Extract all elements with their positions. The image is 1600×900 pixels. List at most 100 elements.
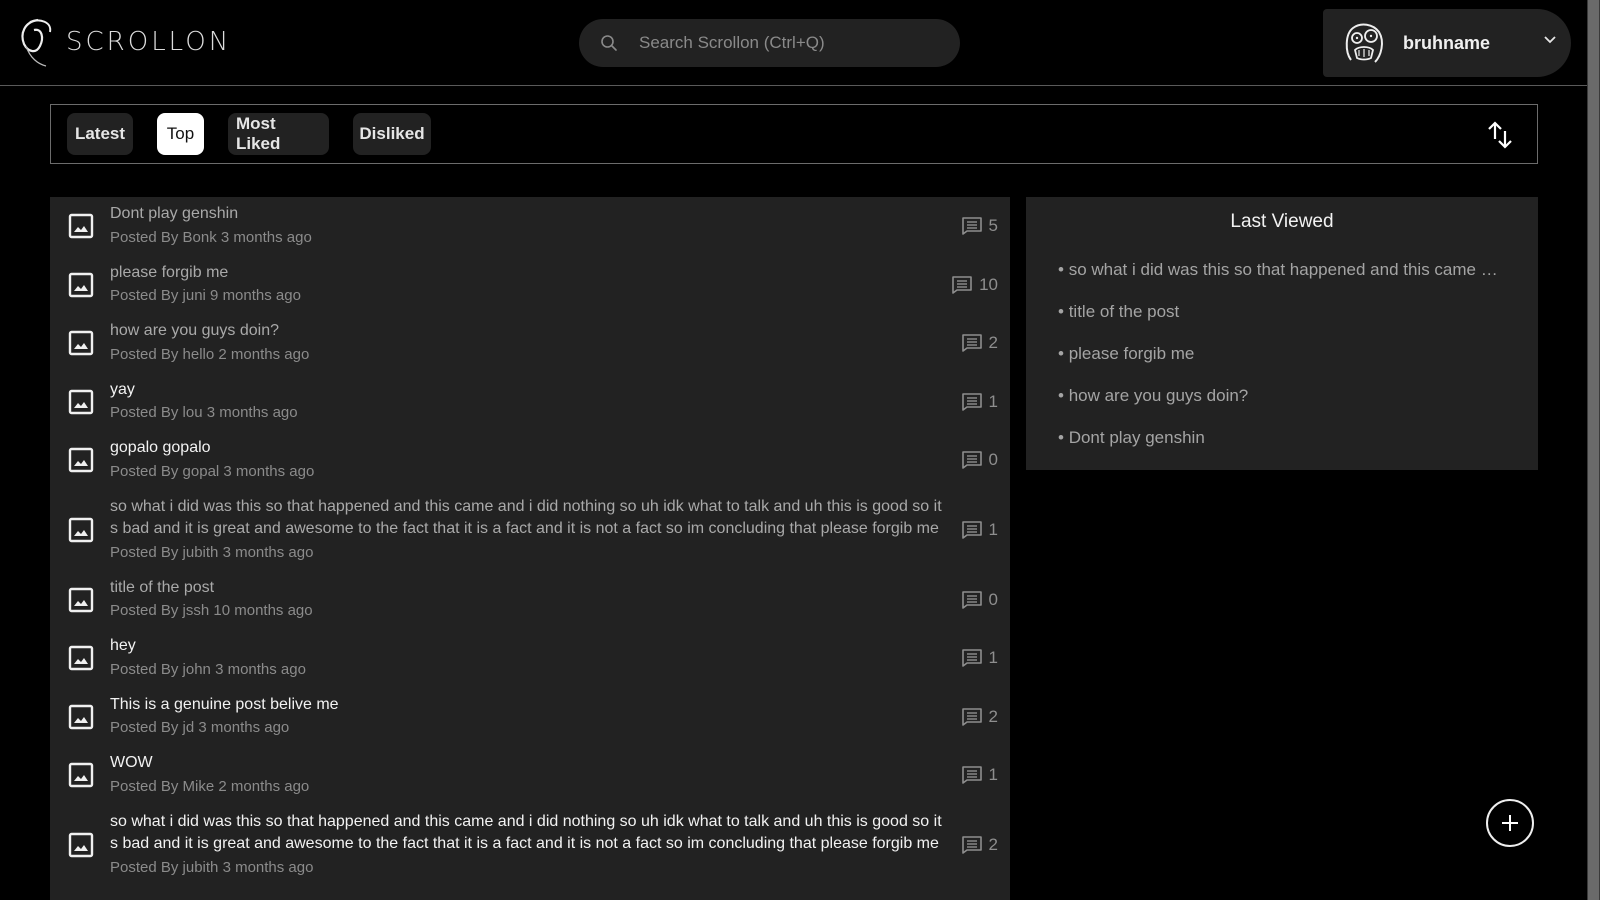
- last-viewed-item[interactable]: Dont play genshin: [1058, 427, 1498, 469]
- post-title[interactable]: yay: [110, 379, 950, 402]
- scrollon-logo-icon: [21, 18, 52, 67]
- post-meta: Posted By Bonk 3 months ago: [110, 228, 312, 246]
- user-menu[interactable]: bruhname: [1323, 9, 1571, 77]
- post-item[interactable]: please forgib me Posted By juni 9 months…: [50, 256, 1010, 315]
- comment-count-value: 0: [988, 589, 998, 609]
- search-bar[interactable]: [579, 19, 960, 67]
- post-title[interactable]: Dont play genshin: [110, 203, 950, 226]
- post-body: Dont play genshin Posted By Bonk 3 month…: [110, 203, 1010, 250]
- logo-text: SCROLLON: [66, 27, 232, 57]
- post-body: how are you guys doin? Posted By hello 2…: [110, 320, 1010, 367]
- last-viewed-title: Last Viewed: [1230, 211, 1334, 232]
- comment-icon: [961, 451, 982, 470]
- last-viewed-item[interactable]: so what i did was this so that happened …: [1058, 259, 1498, 301]
- comment-count-value: 5: [988, 216, 998, 236]
- image-placeholder-icon: [68, 517, 94, 543]
- comment-count-value: 1: [988, 765, 998, 785]
- post-title[interactable]: so what i did was this so that happened …: [110, 811, 950, 856]
- comment-count[interactable]: 2: [961, 707, 998, 727]
- tab-top[interactable]: Top: [157, 113, 204, 155]
- comment-count[interactable]: 1: [961, 648, 998, 668]
- post-item[interactable]: This is a genuine post belive me Posted …: [50, 688, 1010, 747]
- filter-bar: Latest Top Most Liked Disliked: [50, 104, 1538, 164]
- post-item[interactable]: WOW Posted By Mike 2 months ago 1: [50, 746, 1010, 805]
- post-body: so what i did was this so that happened …: [110, 811, 1010, 880]
- image-placeholder-icon: [68, 448, 94, 473]
- post-item[interactable]: so what i did was this so that happened …: [50, 805, 1010, 886]
- comment-icon: [961, 521, 982, 539]
- comment-count[interactable]: 0: [961, 450, 998, 470]
- image-placeholder-icon: [68, 389, 94, 414]
- comment-icon: [961, 392, 982, 411]
- post-title[interactable]: title of the post: [110, 577, 950, 600]
- post-title[interactable]: This is a genuine post belive me: [110, 694, 950, 717]
- comment-count-value: 2: [988, 333, 998, 353]
- tab-disliked[interactable]: Disliked: [353, 113, 431, 155]
- post-body: gopalo gopalo Posted By gopal 3 months a…: [110, 437, 1010, 484]
- post-item[interactable]: Dont play genshin Posted By Bonk 3 month…: [50, 197, 1010, 256]
- comment-count-value: 1: [988, 520, 998, 539]
- last-viewed-item[interactable]: please forgib me: [1058, 343, 1498, 385]
- comment-count[interactable]: 2: [961, 333, 998, 353]
- image-placeholder-icon: [68, 587, 94, 612]
- comment-count[interactable]: 1: [961, 392, 998, 412]
- comment-icon: [961, 217, 982, 236]
- scrollon-logo[interactable]: SCROLLON: [16, 14, 231, 70]
- post-meta: Posted By hello 2 months ago: [110, 345, 310, 363]
- comment-count-value: 10: [979, 274, 998, 294]
- comment-count[interactable]: 1: [961, 765, 998, 785]
- post-item[interactable]: so what i did was this so that happened …: [50, 490, 1010, 571]
- comment-count[interactable]: 0: [961, 590, 998, 610]
- scrollbar-thumb[interactable]: [1588, 0, 1599, 900]
- post-title[interactable]: hey: [110, 635, 950, 658]
- post-body: WOW Posted By Mike 2 months ago: [110, 752, 1010, 799]
- post-body: title of the post Posted By jssh 10 mont…: [110, 577, 1010, 624]
- last-viewed-item[interactable]: how are you guys doin?: [1058, 385, 1498, 427]
- comment-icon: [961, 707, 982, 726]
- comment-count-value: 2: [988, 835, 998, 854]
- post-title[interactable]: please forgib me: [110, 262, 950, 285]
- image-placeholder-icon: [68, 704, 94, 729]
- comment-icon: [952, 275, 972, 294]
- image-placeholder-icon: [68, 272, 94, 297]
- comment-count[interactable]: 10: [951, 275, 998, 295]
- comment-icon: [961, 766, 982, 785]
- post-item[interactable]: title of the post Posted By jssh 10 mont…: [50, 571, 1010, 630]
- post-item[interactable]: gopalo gopalo Posted By gopal 3 months a…: [50, 431, 1010, 490]
- comment-count[interactable]: 5: [961, 216, 998, 236]
- post-item[interactable]: yay Posted By lou 3 months ago 1: [50, 373, 1010, 432]
- post-body: hey Posted By john 3 months ago: [110, 635, 1010, 682]
- post-title[interactable]: how are you guys doin?: [110, 320, 950, 343]
- post-meta: Posted By jssh 10 months ago: [110, 602, 313, 619]
- post-title[interactable]: WOW: [110, 752, 950, 775]
- post-item[interactable]: how are you guys doin? Posted By hello 2…: [50, 314, 1010, 373]
- last-viewed-list: so what i did was this so that happened …: [1026, 259, 1538, 469]
- comment-count[interactable]: 2: [961, 835, 998, 855]
- image-placeholder-icon: [68, 646, 94, 671]
- chevron-down-icon[interactable]: [1543, 35, 1557, 45]
- comment-icon: [961, 590, 982, 609]
- last-viewed-item[interactable]: title of the post: [1058, 301, 1498, 343]
- last-viewed-panel: Last Viewed so what i did was this so th…: [1026, 197, 1538, 470]
- post-meta: Posted By jd 3 months ago: [110, 719, 290, 736]
- username: bruhname: [1403, 32, 1491, 53]
- comment-icon: [961, 836, 982, 854]
- comment-count[interactable]: 1: [961, 520, 998, 540]
- image-placeholder-icon: [68, 832, 94, 858]
- post-body: please forgib me Posted By juni 9 months…: [110, 262, 1010, 309]
- top-header: SCROLLON bruhname: [0, 0, 1587, 86]
- tab-latest[interactable]: Latest: [67, 113, 133, 155]
- image-placeholder-icon: [68, 214, 94, 239]
- comment-count-value: 1: [988, 391, 998, 411]
- page-scrollbar[interactable]: [1587, 0, 1600, 900]
- post-title[interactable]: gopalo gopalo: [110, 437, 950, 460]
- create-post-button[interactable]: [1486, 799, 1534, 847]
- image-placeholder-icon: [68, 763, 94, 788]
- post-item[interactable]: hey Posted By john 3 months ago 1: [50, 629, 1010, 688]
- sort-arrows-icon[interactable]: [1485, 119, 1515, 151]
- search-input[interactable]: [639, 33, 939, 53]
- tab-most-liked[interactable]: Most Liked: [228, 113, 329, 155]
- post-title[interactable]: so what i did was this so that happened …: [110, 496, 950, 541]
- post-meta: Posted By Mike 2 months ago: [110, 777, 310, 795]
- comment-count-value: 1: [988, 648, 998, 668]
